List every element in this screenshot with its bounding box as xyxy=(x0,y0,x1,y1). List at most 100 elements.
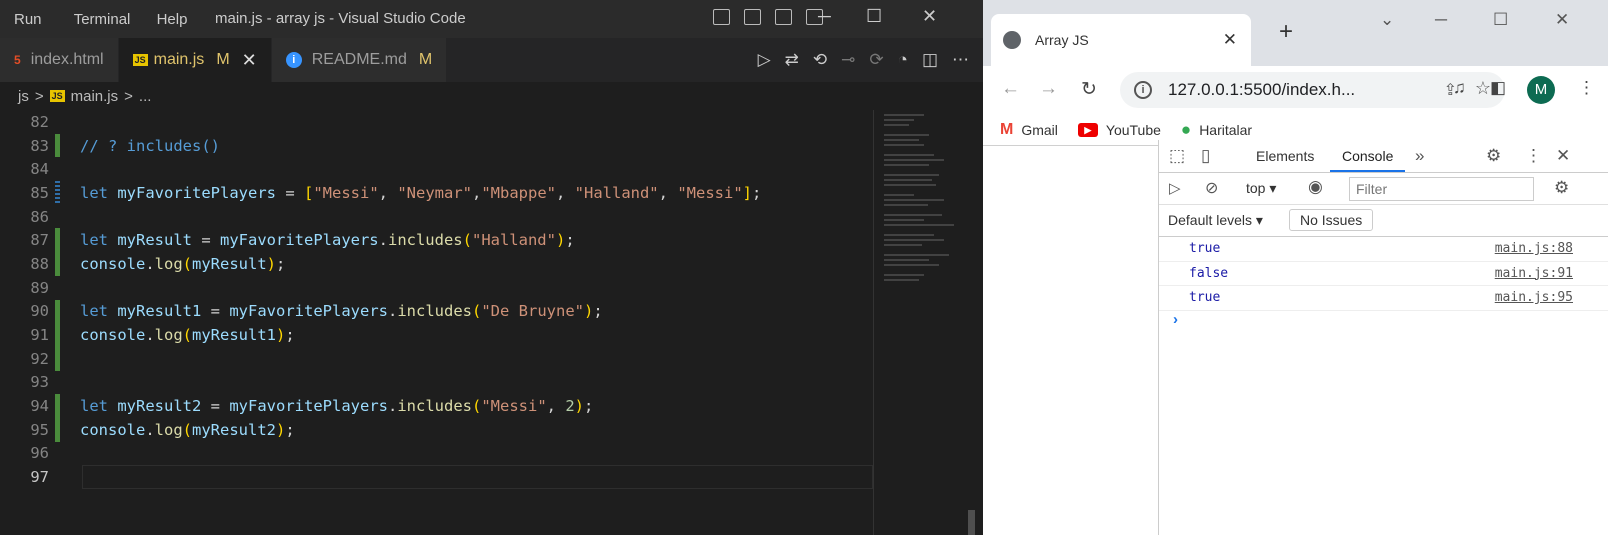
breadcrumb-folder[interactable]: js xyxy=(18,88,29,105)
log-value: false xyxy=(1189,265,1229,281)
media-icon[interactable]: ♫ xyxy=(1453,78,1466,98)
code-editor[interactable]: 82 83// ? includes() 84 85 let myFavorite… xyxy=(0,110,873,535)
tab-search-icon[interactable]: ⌄ xyxy=(1380,10,1394,30)
close-devtools-icon[interactable]: ✕ xyxy=(1556,146,1570,166)
devtools-menu-icon[interactable]: ⋮ xyxy=(1525,146,1542,166)
log-source-link[interactable]: main.js:91 xyxy=(1495,266,1573,281)
layout-controls xyxy=(713,9,823,25)
maximize-icon[interactable]: ☐ xyxy=(1493,10,1508,30)
breadcrumb-file[interactable]: main.js xyxy=(71,88,119,105)
vscode-titlebar: Run Terminal Help main.js - array js - V… xyxy=(0,0,983,38)
context-label: top xyxy=(1246,180,1266,196)
split-editor-icon[interactable]: ◫ xyxy=(922,50,938,70)
side-panel-icon[interactable]: ◧ xyxy=(1490,78,1506,98)
bookmark-label: Gmail xyxy=(1021,121,1058,138)
youtube-icon: ▶ xyxy=(1077,122,1098,137)
toggle-secondary-sidebar-icon[interactable] xyxy=(775,9,792,25)
breadcrumb-separator: > xyxy=(34,87,44,105)
globe-icon xyxy=(1003,31,1021,49)
bookmark-haritalar[interactable]: ● Haritalar xyxy=(1181,120,1252,140)
levels-bar: Default levels ▾ No Issues xyxy=(1159,205,1608,237)
timeline-icon[interactable]: ◔ xyxy=(898,50,908,70)
editor-tabs: 5 index.html JS main.js M ✕ i README.md … xyxy=(0,38,983,82)
breadcrumb-symbol[interactable]: ... xyxy=(139,88,152,105)
console-message: true main.js:88 xyxy=(1159,237,1608,262)
tab-readme[interactable]: i README.md M xyxy=(271,38,448,82)
modified-badge: M xyxy=(418,51,433,68)
reload-icon[interactable]: ↻ xyxy=(1081,78,1097,101)
log-source-link[interactable]: main.js:95 xyxy=(1495,290,1573,305)
vscode-window: Run Terminal Help main.js - array js - V… xyxy=(0,0,983,535)
tab-main-js[interactable]: JS main.js M ✕ xyxy=(118,38,272,82)
url-text: 127.0.0.1:5500/index.h... xyxy=(1168,80,1356,99)
maximize-icon[interactable]: ☐ xyxy=(866,6,882,27)
console-settings-gear-icon[interactable]: ⚙ xyxy=(1554,178,1569,198)
bookmark-gmail[interactable]: M Gmail xyxy=(1000,121,1058,139)
menu-bar: Run Terminal Help xyxy=(0,11,187,28)
tab-console[interactable]: Console xyxy=(1330,148,1406,172)
more-actions-icon[interactable]: ⋯ xyxy=(952,50,969,70)
bookmark-label: YouTube xyxy=(1105,121,1161,138)
forward-icon[interactable]: → xyxy=(1039,78,1058,100)
device-toolbar-icon[interactable]: ▯ xyxy=(1201,146,1210,166)
avatar[interactable]: M xyxy=(1527,76,1555,104)
settings-gear-icon[interactable]: ⚙ xyxy=(1486,146,1501,166)
tab-label: README.md xyxy=(311,51,407,68)
tab-title: Array JS xyxy=(1035,32,1089,48)
log-source-link[interactable]: main.js:88 xyxy=(1495,241,1573,256)
compare-icon[interactable]: ⇄ xyxy=(785,50,799,70)
editor-scrollbar[interactable] xyxy=(968,510,975,535)
console-prompt[interactable]: › xyxy=(1159,311,1608,335)
line-number: 83 xyxy=(30,136,49,155)
site-info-icon[interactable]: i xyxy=(1134,81,1152,99)
toolbar: ← → ↻ i 127.0.0.1:5500/index.h... ⇪ ☆ ♫ … xyxy=(983,66,1608,114)
close-tab-icon[interactable]: ✕ xyxy=(242,50,257,71)
minimize-icon[interactable]: ─ xyxy=(1435,10,1447,30)
levels-dropdown[interactable]: Default levels ▾ xyxy=(1168,212,1263,229)
bookmark-youtube[interactable]: ▶ YouTube xyxy=(1077,121,1161,138)
menu-run[interactable]: Run xyxy=(14,11,42,28)
line-number: 90 xyxy=(30,302,49,321)
commit-icon[interactable]: ⊸ xyxy=(841,50,855,70)
menu-help[interactable]: Help xyxy=(157,11,188,28)
back-icon[interactable]: ← xyxy=(1001,78,1020,100)
line-number: 91 xyxy=(30,326,49,345)
new-tab-icon[interactable]: + xyxy=(1279,18,1293,46)
issues-button[interactable]: No Issues xyxy=(1289,209,1374,231)
toggle-panel-icon[interactable] xyxy=(744,9,761,25)
line-number: 82 xyxy=(30,112,49,131)
gmail-icon: M xyxy=(1000,120,1014,138)
close-tab-icon[interactable]: ✕ xyxy=(1223,30,1237,50)
menu-terminal[interactable]: Terminal xyxy=(74,11,131,28)
context-select[interactable]: top ▾ xyxy=(1246,180,1276,197)
filter-input[interactable]: Filter xyxy=(1349,177,1534,201)
more-tabs-icon[interactable]: » xyxy=(1415,146,1424,166)
tab-index-html[interactable]: 5 index.html xyxy=(0,38,119,82)
clear-console-icon[interactable]: ⊘ xyxy=(1205,178,1218,198)
minimap[interactable] xyxy=(873,110,973,535)
run-icon[interactable]: ▷ xyxy=(758,50,771,70)
breadcrumb-separator: > xyxy=(124,87,133,105)
current-line[interactable]: 97 xyxy=(0,465,873,489)
tab-label: main.js xyxy=(153,51,205,68)
toggle-sidebar-icon[interactable] xyxy=(713,9,730,25)
bookmark-label: Haritalar xyxy=(1199,121,1253,138)
bookmark-star-icon[interactable]: ☆ xyxy=(1475,78,1491,99)
chrome-tabstrip: Array JS ✕ + ⌄ ─ ☐ ✕ xyxy=(983,0,1608,66)
go-back-icon[interactable]: ⟲ xyxy=(813,50,827,70)
browser-tab[interactable]: Array JS ✕ xyxy=(991,14,1251,66)
go-forward-icon[interactable]: ⟳ xyxy=(869,50,883,70)
close-icon[interactable]: ✕ xyxy=(1555,10,1569,30)
address-bar[interactable]: i 127.0.0.1:5500/index.h... ⇪ ☆ xyxy=(1120,72,1505,108)
close-icon[interactable]: ✕ xyxy=(922,6,937,27)
live-expression-eye-icon[interactable]: ◉ xyxy=(1308,177,1323,197)
html-file-icon: 5 xyxy=(14,53,21,67)
tab-elements[interactable]: Elements xyxy=(1256,148,1314,164)
minimize-icon[interactable]: ─ xyxy=(818,6,831,27)
maps-pin-icon: ● xyxy=(1180,119,1192,139)
menu-icon[interactable]: ⋮ xyxy=(1578,78,1595,98)
sidebar-toggle-icon[interactable]: ▷ xyxy=(1169,179,1181,197)
js-file-icon: JS xyxy=(49,90,65,102)
inspect-element-icon[interactable]: ⬚ xyxy=(1169,146,1185,166)
line-number: 95 xyxy=(30,420,49,439)
